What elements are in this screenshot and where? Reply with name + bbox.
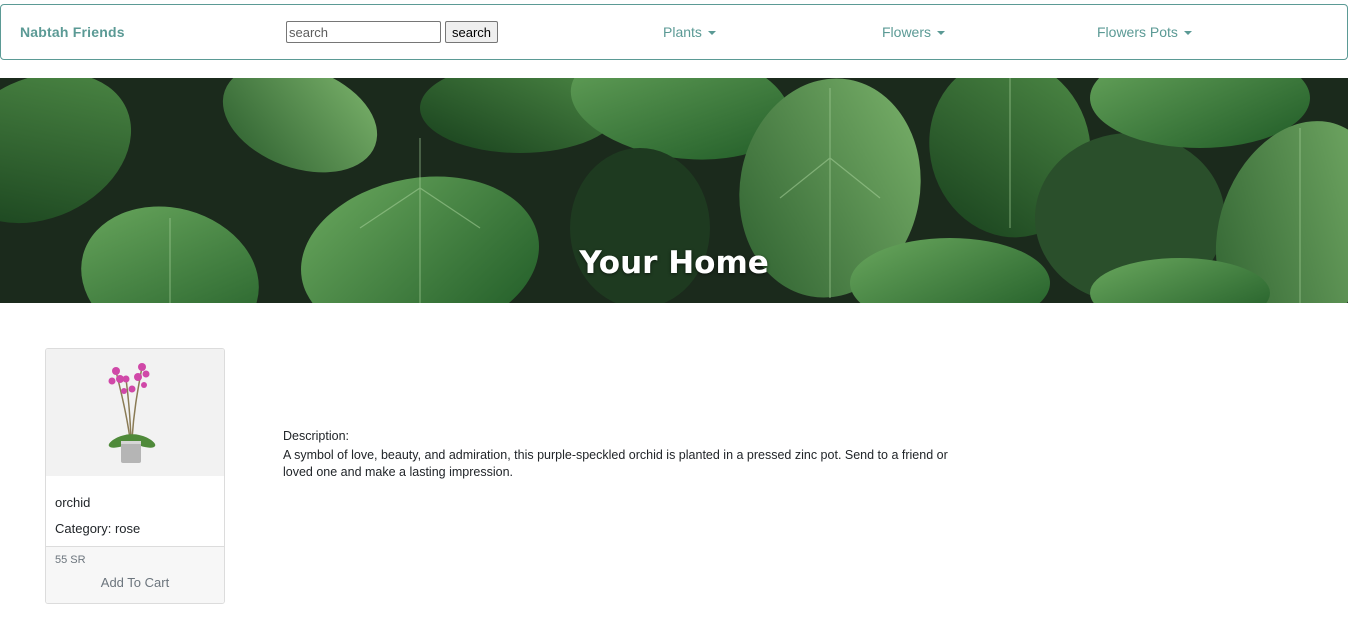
hero-title: Your Home: [579, 245, 769, 281]
caret-down-icon: [937, 30, 946, 35]
product-description: Description: A symbol of love, beauty, a…: [283, 428, 953, 481]
product-name[interactable]: orchid: [55, 495, 90, 510]
plants-menu-label: Plants: [663, 24, 702, 40]
orchid-product-image[interactable]: [46, 349, 224, 476]
flowers-menu[interactable]: Flowers: [882, 24, 946, 40]
description-text: A symbol of love, beauty, and admiration…: [283, 448, 948, 479]
caret-down-icon: [1183, 30, 1192, 35]
brand-link[interactable]: Nabtah Friends: [20, 24, 125, 40]
product-price: 55 SR: [55, 554, 86, 566]
card-footer: 55 SR Add To Cart: [46, 546, 224, 603]
plants-menu[interactable]: Plants: [663, 24, 716, 40]
search-form: search: [286, 21, 499, 43]
flowers-pots-menu-label: Flowers Pots: [1097, 24, 1178, 40]
hero-banner: Your Home: [0, 78, 1348, 303]
product-card: orchid Category: rose 55 SR Add To Cart: [45, 348, 225, 604]
flowers-menu-label: Flowers: [882, 24, 932, 40]
description-label: Description:: [283, 429, 349, 443]
caret-down-icon: [707, 30, 716, 35]
product-category: Category: rose: [55, 521, 141, 536]
add-to-cart-button[interactable]: Add To Cart: [46, 575, 224, 590]
search-input[interactable]: [286, 21, 441, 43]
navbar: Nabtah Friends search Plants Flowers Flo…: [0, 4, 1348, 60]
flowers-pots-menu[interactable]: Flowers Pots: [1097, 24, 1192, 40]
search-button[interactable]: search: [445, 21, 499, 43]
